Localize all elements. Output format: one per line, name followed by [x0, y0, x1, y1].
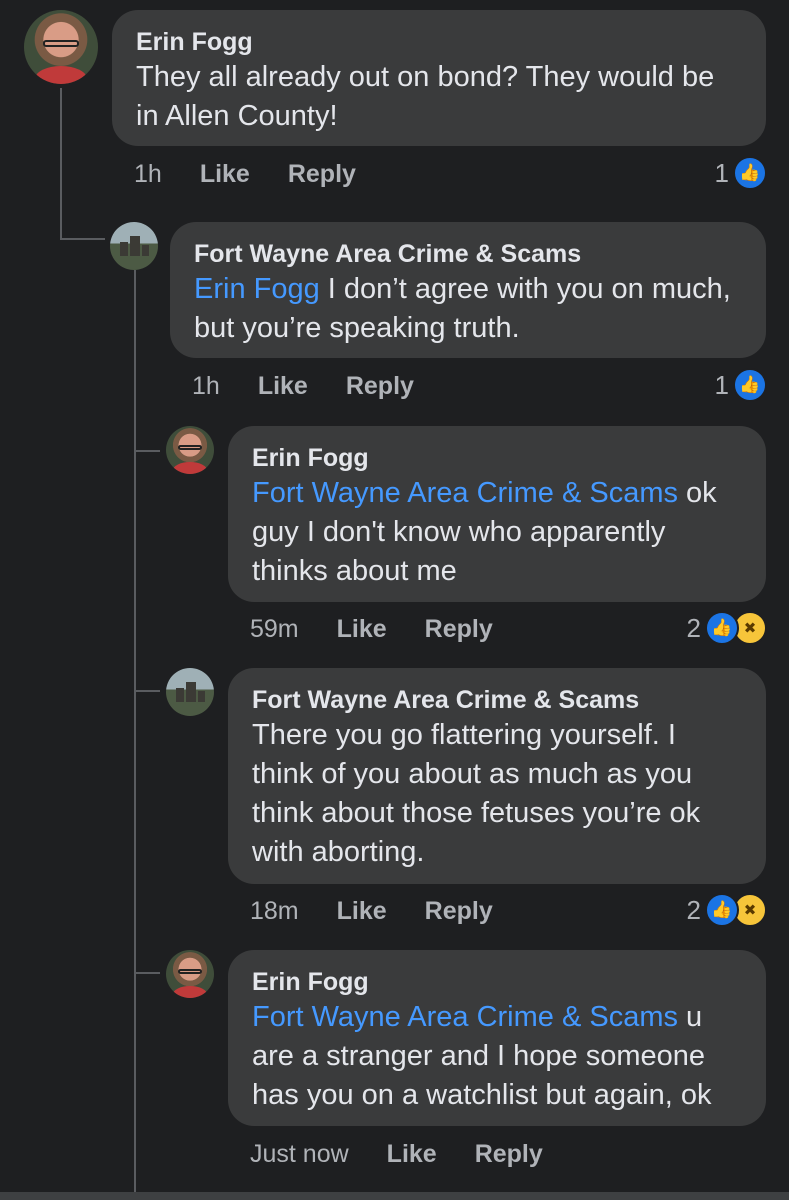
like-button[interactable]: Like — [337, 615, 387, 644]
like-button[interactable]: Like — [200, 160, 250, 189]
comment-time[interactable]: 18m — [250, 897, 299, 926]
comment-author[interactable]: Fort Wayne Area Crime & Scams — [194, 238, 742, 270]
comment-text: Erin Fogg I don’t agree with you on much… — [194, 270, 742, 348]
like-icon: 👍 — [705, 893, 739, 927]
like-button[interactable]: Like — [258, 372, 308, 401]
comment-bubble: Erin Fogg Fort Wayne Area Crime & Scams … — [228, 950, 766, 1126]
comment-text: They all already out on bond? They would… — [136, 61, 715, 132]
avatar[interactable] — [110, 222, 158, 270]
like-button[interactable]: Like — [337, 897, 387, 926]
reaction-count: 2 — [686, 894, 701, 925]
reply-button[interactable]: Reply — [425, 897, 493, 926]
comment-time[interactable]: 59m — [250, 615, 299, 644]
avatar[interactable] — [24, 10, 98, 84]
mention-link[interactable]: Fort Wayne Area Crime & Scams — [252, 1001, 678, 1033]
comment-bubble: Erin Fogg Fort Wayne Area Crime & Scams … — [228, 426, 766, 602]
thread-line — [134, 972, 160, 974]
comment-author[interactable]: Erin Fogg — [136, 26, 742, 58]
comment-bubble: Fort Wayne Area Crime & Scams Erin Fogg … — [170, 222, 766, 358]
reaction-summary[interactable]: 2 👍 ✖ — [687, 611, 767, 645]
reaction-summary[interactable]: 1 👍 — [715, 368, 767, 402]
thread-line — [134, 450, 160, 452]
like-button[interactable]: Like — [387, 1140, 437, 1169]
comment-actions: 59m Like Reply — [250, 615, 493, 644]
reply-button[interactable]: Reply — [288, 160, 356, 189]
avatar[interactable] — [166, 668, 214, 716]
reply-button[interactable]: Reply — [425, 615, 493, 644]
comment-time[interactable]: 1h — [134, 160, 162, 189]
comment-text: Fort Wayne Area Crime & Scams ok guy I d… — [252, 474, 742, 591]
avatar[interactable] — [166, 426, 214, 474]
like-icon: 👍 — [733, 368, 767, 402]
comment-actions: Just now Like Reply — [250, 1140, 543, 1169]
reaction-count: 2 — [686, 612, 701, 643]
comment-actions: 1h Like Reply — [134, 160, 356, 189]
reaction-summary[interactable]: 1 👍 — [715, 156, 767, 190]
reply-button[interactable]: Reply — [475, 1140, 543, 1169]
thread-line — [60, 88, 62, 238]
comment-author[interactable]: Erin Fogg — [252, 966, 742, 998]
comment-text: There you go flattering yourself. I thin… — [252, 719, 701, 868]
comment-author[interactable]: Erin Fogg — [252, 442, 742, 474]
like-icon: 👍 — [733, 156, 767, 190]
reply-button[interactable]: Reply — [346, 372, 414, 401]
reaction-summary[interactable]: 2 👍 ✖ — [687, 893, 767, 927]
reaction-count: 1 — [714, 369, 729, 400]
comment-actions: 1h Like Reply — [192, 372, 414, 401]
avatar[interactable] — [166, 950, 214, 998]
thread-line — [134, 270, 136, 1200]
mention-link[interactable]: Erin Fogg — [194, 273, 320, 305]
comment-bubble: Erin Fogg They all already out on bond? … — [112, 10, 766, 146]
comment-author[interactable]: Fort Wayne Area Crime & Scams — [252, 684, 742, 716]
mention-link[interactable]: Fort Wayne Area Crime & Scams — [252, 477, 678, 509]
bottom-divider — [0, 1192, 789, 1200]
thread-line — [134, 690, 160, 692]
comment-actions: 18m Like Reply — [250, 897, 493, 926]
comment-time[interactable]: Just now — [250, 1140, 349, 1169]
comment-bubble: Fort Wayne Area Crime & Scams There you … — [228, 668, 766, 884]
comment-time[interactable]: 1h — [192, 372, 220, 401]
like-icon: 👍 — [705, 611, 739, 645]
reaction-count: 1 — [714, 157, 729, 188]
thread-line — [60, 238, 105, 240]
comment-text: Fort Wayne Area Crime & Scams u are a st… — [252, 998, 742, 1115]
